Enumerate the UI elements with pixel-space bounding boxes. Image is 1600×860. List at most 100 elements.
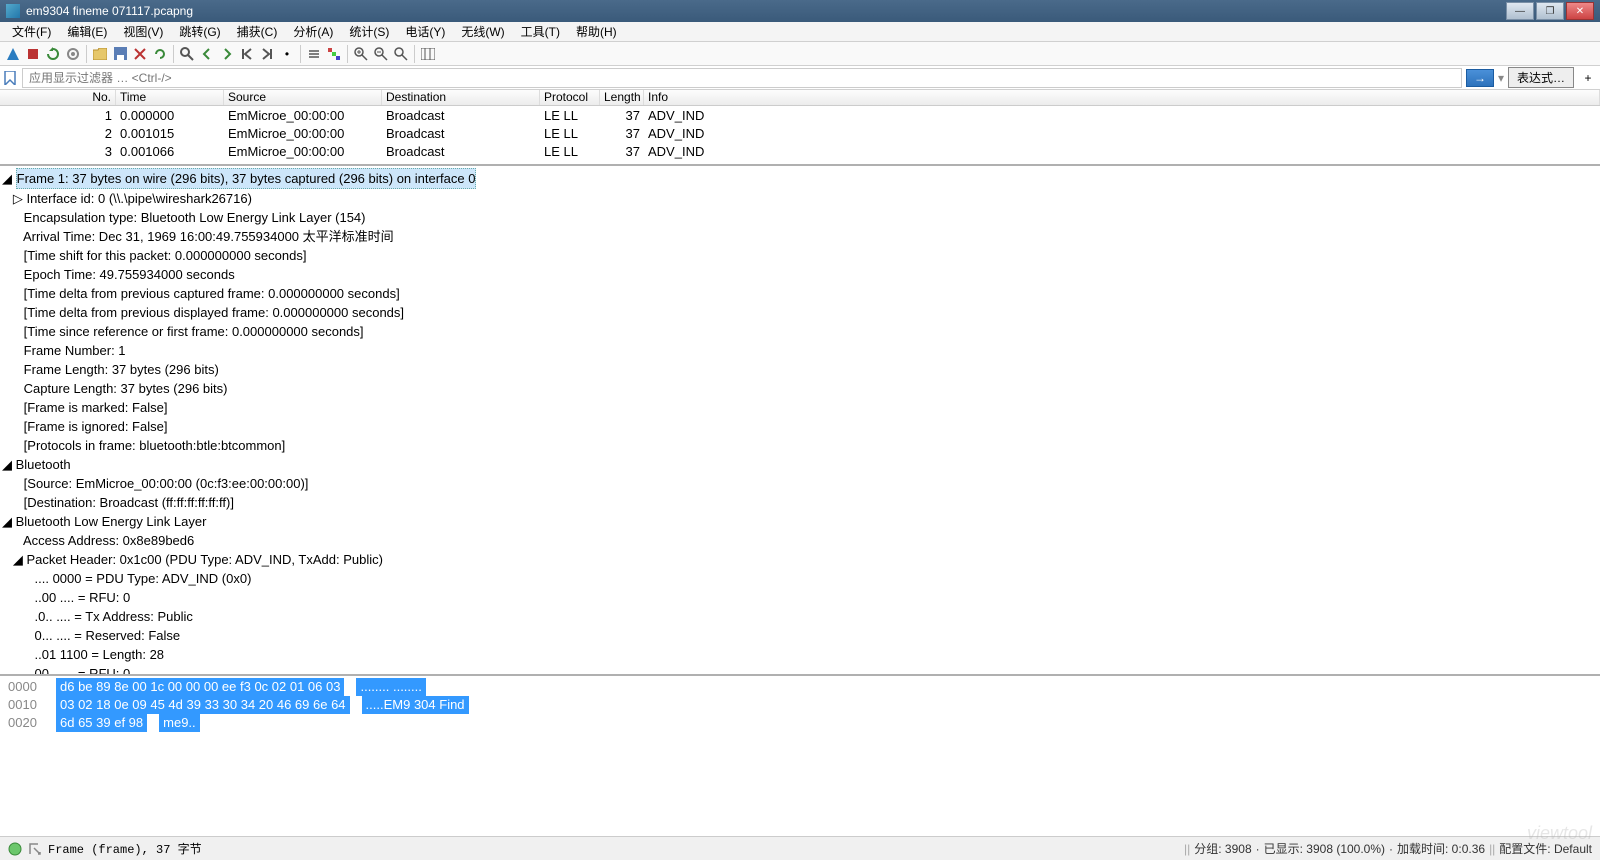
detail-line[interactable]: [Frame is ignored: False] — [24, 419, 168, 434]
packet-row[interactable]: 10.000000EmMicroe_00:00:00BroadcastLE LL… — [0, 106, 1600, 124]
detail-line[interactable]: .0.. .... = Tx Address: Public — [35, 609, 193, 624]
menu-wireless[interactable]: 无线(W) — [453, 23, 512, 40]
detail-line[interactable]: [Time since reference or first frame: 0.… — [24, 324, 364, 339]
colorize-icon[interactable] — [325, 45, 343, 63]
detail-line[interactable]: Encapsulation type: Bluetooth Low Energy… — [24, 210, 366, 225]
hex-line[interactable]: 001003 02 18 0e 09 45 4d 39 33 30 34 20 … — [8, 696, 1592, 714]
hex-line[interactable]: 0000d6 be 89 8e 00 1c 00 00 00 ee f3 0c … — [8, 678, 1592, 696]
restart-icon[interactable] — [44, 45, 62, 63]
menu-analyze[interactable]: 分析(A) — [285, 23, 341, 40]
tree-toggle[interactable]: ◢ — [2, 512, 12, 531]
detail-line[interactable]: Epoch Time: 49.755934000 seconds — [24, 267, 235, 282]
separator — [300, 45, 301, 63]
detail-line[interactable]: 00.. .... = RFU: 0 — [35, 666, 131, 676]
bookmark-icon[interactable] — [2, 70, 18, 86]
col-protocol[interactable]: Protocol — [540, 90, 600, 105]
status-text: Frame (frame), 37 字节 — [48, 840, 202, 857]
tree-toggle[interactable]: ◢ — [13, 550, 23, 569]
status-profile: 配置文件: Default — [1499, 840, 1592, 857]
detail-line[interactable]: .... 0000 = PDU Type: ADV_IND (0x0) — [35, 571, 252, 586]
detail-line[interactable]: [Destination: Broadcast (ff:ff:ff:ff:ff:… — [24, 495, 234, 510]
close-button[interactable]: ✕ — [1566, 2, 1594, 20]
detail-line[interactable]: Interface id: 0 (\\.\pipe\wireshark26716… — [26, 191, 251, 206]
prev-icon[interactable] — [198, 45, 216, 63]
tree-toggle[interactable]: ◢ — [2, 455, 12, 474]
menu-edit[interactable]: 编辑(E) — [59, 23, 115, 40]
detail-line[interactable]: Packet Header: 0x1c00 (PDU Type: ADV_IND… — [26, 552, 382, 567]
zoom-reset-icon[interactable] — [392, 45, 410, 63]
detail-line[interactable]: 0... .... = Reserved: False — [35, 628, 181, 643]
statusbar: Frame (frame), 37 字节 || 分组: 3908 · 已显示: … — [0, 836, 1600, 860]
detail-line[interactable]: Arrival Time: Dec 31, 1969 16:00:49.7559… — [23, 229, 394, 244]
detail-line[interactable]: [Time delta from previous captured frame… — [24, 286, 400, 301]
detail-line[interactable]: [Time shift for this packet: 0.000000000… — [24, 248, 307, 263]
packet-row[interactable]: 30.001066EmMicroe_00:00:00BroadcastLE LL… — [0, 142, 1600, 160]
menu-statistics[interactable]: 统计(S) — [341, 23, 397, 40]
packet-list[interactable]: 10.000000EmMicroe_00:00:00BroadcastLE LL… — [0, 106, 1600, 166]
menu-help[interactable]: 帮助(H) — [568, 23, 625, 40]
detail-line[interactable]: ..00 .... = RFU: 0 — [35, 590, 131, 605]
detail-line[interactable]: Bluetooth Low Energy Link Layer — [16, 514, 207, 529]
stop-icon[interactable] — [24, 45, 42, 63]
packet-list-header: No. Time Source Destination Protocol Len… — [0, 90, 1600, 106]
autoscroll-icon[interactable] — [305, 45, 323, 63]
packet-details[interactable]: ◢ Frame 1: 37 bytes on wire (296 bits), … — [0, 166, 1600, 676]
packet-row[interactable]: 20.001015EmMicroe_00:00:00BroadcastLE LL… — [0, 124, 1600, 142]
col-destination[interactable]: Destination — [382, 90, 540, 105]
menu-capture[interactable]: 捕获(C) — [229, 23, 286, 40]
find-icon[interactable] — [178, 45, 196, 63]
add-filter-button[interactable]: + — [1578, 71, 1598, 85]
save-icon[interactable] — [111, 45, 129, 63]
col-no[interactable]: No. — [0, 90, 116, 105]
status-displayed: 已显示: 3908 (100.0%) — [1264, 840, 1385, 857]
menu-view[interactable]: 视图(V) — [115, 23, 171, 40]
next-icon[interactable] — [218, 45, 236, 63]
shark-fin-icon[interactable] — [4, 45, 22, 63]
hex-pane[interactable]: 0000d6 be 89 8e 00 1c 00 00 00 ee f3 0c … — [0, 676, 1600, 761]
display-filter-input[interactable] — [22, 68, 1462, 88]
capture-icon[interactable] — [28, 842, 42, 856]
open-icon[interactable] — [91, 45, 109, 63]
detail-line[interactable]: [Frame is marked: False] — [24, 400, 168, 415]
detail-line[interactable]: [Source: EmMicroe_00:00:00 (0c:f3:ee:00:… — [24, 476, 309, 491]
status-loadtime: 加载时间: 0:0.36 — [1397, 840, 1485, 857]
detail-line[interactable]: ..01 1100 = Length: 28 — [35, 647, 165, 662]
detail-line[interactable]: Frame Length: 37 bytes (296 bits) — [24, 362, 219, 377]
maximize-button[interactable]: ❐ — [1536, 2, 1564, 20]
close-file-icon[interactable] — [131, 45, 149, 63]
detail-line[interactable]: Bluetooth — [16, 457, 71, 472]
expression-button[interactable]: 表达式… — [1508, 67, 1574, 88]
goto-first-icon[interactable] — [238, 45, 256, 63]
app-icon — [6, 4, 20, 18]
resize-cols-icon[interactable] — [419, 45, 437, 63]
hex-line[interactable]: 00206d 65 39 ef 98me9.. — [8, 714, 1592, 732]
detail-line[interactable]: [Protocols in frame: bluetooth:btle:btco… — [24, 438, 286, 453]
apply-filter-button[interactable]: → — [1466, 69, 1494, 87]
col-time[interactable]: Time — [116, 90, 224, 105]
separator — [347, 45, 348, 63]
tree-toggle[interactable]: ▷ — [13, 189, 23, 208]
menu-file[interactable]: 文件(F) — [4, 23, 59, 40]
minimize-button[interactable]: — — [1506, 2, 1534, 20]
tree-toggle[interactable]: ◢ — [2, 169, 12, 188]
options-icon[interactable] — [64, 45, 82, 63]
status-packets: 分组: 3908 — [1194, 840, 1251, 857]
col-length[interactable]: Length — [600, 90, 644, 105]
detail-line[interactable]: Frame Number: 1 — [24, 343, 126, 358]
autoscroll-live-icon[interactable]: • — [278, 45, 296, 63]
frame-summary[interactable]: Frame 1: 37 bytes on wire (296 bits), 37… — [16, 168, 477, 189]
detail-line[interactable]: [Time delta from previous displayed fram… — [24, 305, 404, 320]
zoom-out-icon[interactable] — [372, 45, 390, 63]
detail-line[interactable]: Capture Length: 37 bytes (296 bits) — [24, 381, 228, 396]
reload-icon[interactable] — [151, 45, 169, 63]
menu-tools[interactable]: 工具(T) — [513, 23, 568, 40]
expert-icon[interactable] — [8, 842, 22, 856]
detail-line[interactable]: Access Address: 0x8e89bed6 — [23, 533, 194, 548]
goto-last-icon[interactable] — [258, 45, 276, 63]
menu-goto[interactable]: 跳转(G) — [171, 23, 228, 40]
zoom-in-icon[interactable] — [352, 45, 370, 63]
col-source[interactable]: Source — [224, 90, 382, 105]
toolbar: • — [0, 42, 1600, 66]
col-info[interactable]: Info — [644, 90, 1600, 105]
menu-telephony[interactable]: 电话(Y) — [397, 23, 453, 40]
